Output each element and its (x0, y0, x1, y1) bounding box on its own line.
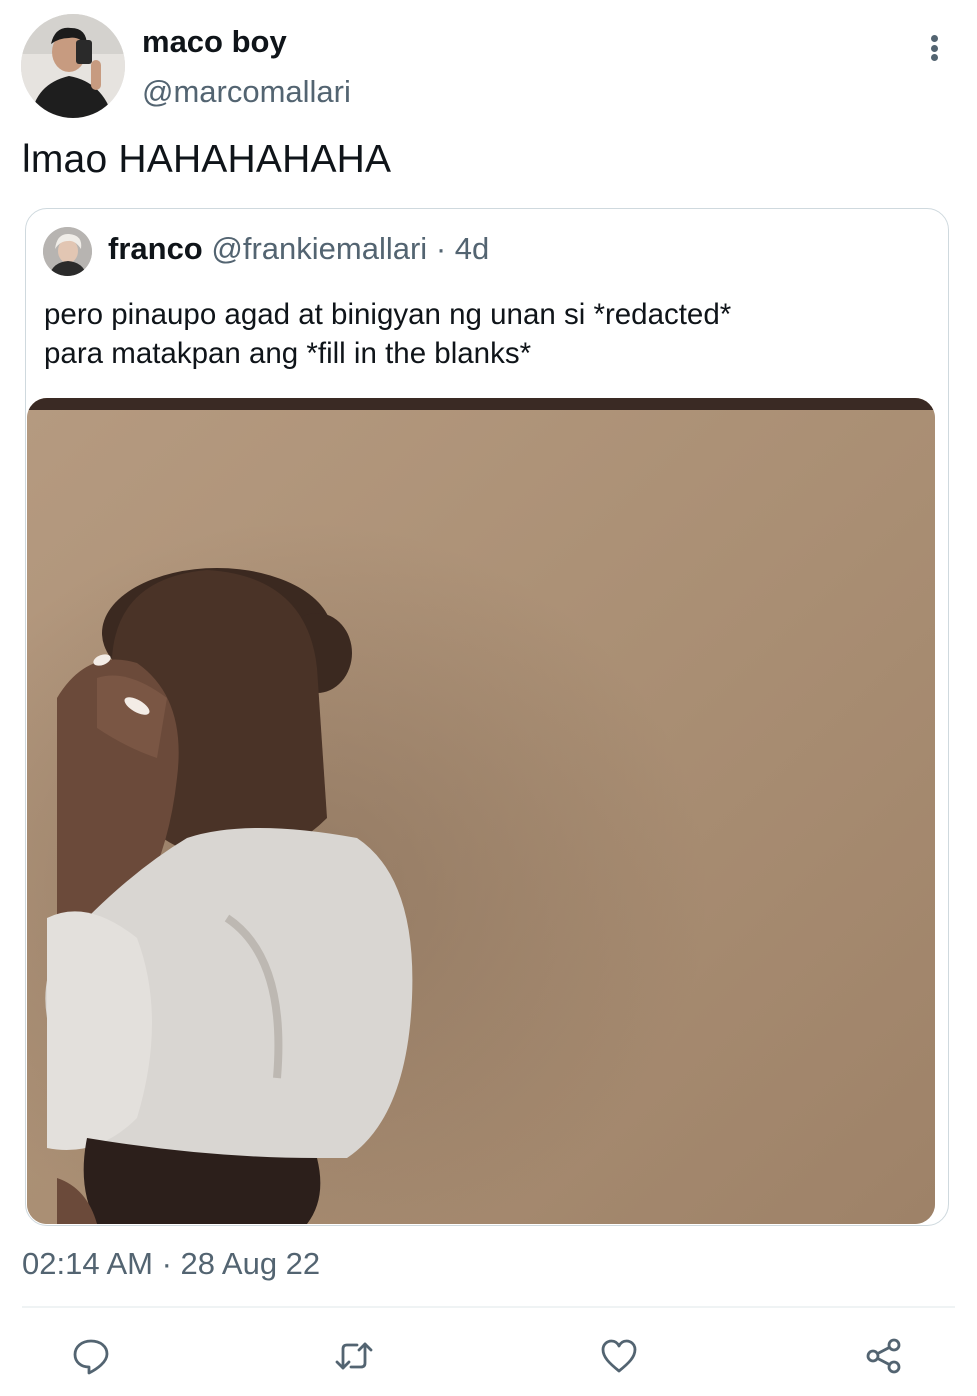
heart-icon (601, 1339, 637, 1373)
quoted-text-line: pero pinaupo agad at binigyan ng unan si… (44, 298, 732, 331)
quoted-tweet-text: pero pinaupo agad at binigyan ng unan si… (44, 295, 924, 373)
quoted-author-handle[interactable]: @frankiemallari (211, 231, 427, 266)
quoted-author-name[interactable]: franco (108, 231, 203, 266)
author-handle[interactable]: @marcomallari (142, 74, 351, 110)
tweet-timestamp[interactable]: 02:14 AM · 28 Aug 22 (22, 1246, 320, 1282)
quoted-tweet-photo[interactable] (27, 398, 935, 1224)
quoted-author-avatar[interactable] (43, 227, 92, 276)
quoted-separator: · (435, 231, 447, 266)
quoted-author-avatar-image (43, 227, 92, 276)
share-icon (866, 1338, 901, 1374)
quoted-tweet-card[interactable]: franco @frankiemallari · 4d pero pinaupo… (25, 208, 949, 1226)
more-dot (930, 44, 938, 52)
quoted-tweet-header: franco @frankiemallari · 4d (108, 231, 489, 267)
author-avatar-image (21, 14, 125, 118)
tweet-actions (0, 1326, 977, 1386)
reply-button[interactable] (67, 1332, 115, 1380)
quoted-text-line: para matakpan ang *fill in the blanks* (44, 337, 532, 370)
like-button[interactable] (595, 1332, 643, 1380)
author-avatar[interactable] (21, 14, 125, 118)
retweet-button[interactable] (330, 1332, 378, 1380)
more-dot (930, 35, 938, 42)
reply-icon (73, 1339, 109, 1375)
author-display-name[interactable]: maco boy (142, 24, 287, 60)
share-button[interactable] (860, 1332, 908, 1380)
more-dot (930, 54, 938, 61)
photo-person-covering-face (27, 398, 935, 1224)
tweet-text: lmao HAHAHAHAHA (22, 138, 392, 181)
quoted-tweet-age[interactable]: 4d (455, 231, 489, 266)
tweet: maco boy @marcomallari lmao HAHAHAHAHA f… (0, 0, 977, 1396)
retweet-icon (335, 1342, 373, 1370)
divider (22, 1306, 955, 1308)
more-vertical-icon[interactable] (918, 30, 950, 66)
